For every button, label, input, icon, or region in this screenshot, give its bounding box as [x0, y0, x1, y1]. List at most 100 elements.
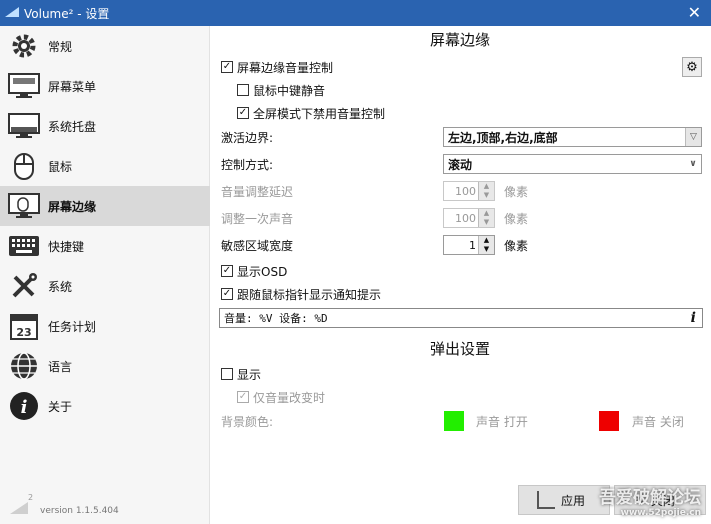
window-close-button[interactable]: ✕	[688, 3, 701, 22]
version-label: version 1.1.5.404	[40, 506, 119, 516]
spinner-value: 100	[455, 185, 476, 198]
apply-icon	[537, 491, 555, 509]
volume-delay-spinner[interactable]: 100 ▲ ▼	[443, 181, 495, 201]
watermark: 吾爱破解论坛 www.52pojie.cn	[599, 483, 701, 518]
svg-text:i: i	[21, 397, 28, 418]
sidebar-item-language[interactable]: 语言	[0, 346, 210, 386]
sidebar-item-about[interactable]: i 关于	[0, 386, 210, 426]
sidebar-item-label: 任务计划	[48, 319, 97, 334]
spinner-value: 100	[455, 212, 476, 225]
bg-color-label: 背景颜色:	[221, 415, 274, 429]
spinner-arrows-icon[interactable]: ▲ ▼	[478, 209, 494, 227]
sensitive-width-unit: 像素	[504, 239, 529, 253]
sidebar-item-label: 鼠标	[48, 159, 73, 174]
sidebar-item-system[interactable]: 系统	[0, 266, 210, 306]
sidebar-item-label: 屏幕菜单	[48, 79, 97, 94]
sidebar-item-osd-menu[interactable]: 屏幕菜单	[0, 66, 210, 106]
info-icon: i	[6, 389, 42, 423]
apply-button[interactable]: 应用	[518, 485, 610, 515]
notification-format-input[interactable]: 音量: %V 设备: %D i	[219, 308, 703, 328]
sidebar-item-label: 常规	[48, 39, 73, 54]
tray-icon	[6, 109, 42, 143]
active-edges-select[interactable]: 左边,顶部,右边,底部 ▽	[443, 127, 702, 147]
control-mode-label: 控制方式:	[221, 158, 274, 172]
chevron-down-icon: ∨	[689, 159, 697, 169]
sidebar-item-tray[interactable]: 系统托盘	[0, 106, 210, 146]
screen-edge-icon	[6, 189, 42, 223]
calendar-icon: 23	[6, 309, 42, 343]
sidebar-item-label: 关于	[48, 399, 73, 414]
spinner-arrows-icon[interactable]: ▲ ▼	[478, 182, 494, 200]
spinner-arrows-icon[interactable]: ▲ ▼	[478, 236, 494, 254]
section-title-screen-edge: 屏幕边缘	[429, 31, 490, 49]
spinner-value: 1	[469, 239, 476, 252]
sidebar-item-label: 屏幕边缘	[48, 199, 97, 214]
window-title: Volume² - 设置	[24, 7, 110, 21]
follow-mouse-checkbox[interactable]: ✓ 跟随鼠标指针显示通知提示	[221, 285, 381, 303]
format-text: 音量: %V 设备: %D	[224, 312, 328, 325]
title-bar: Volume² - 设置 ✕	[0, 0, 711, 26]
sidebar-item-label: 系统托盘	[48, 119, 97, 134]
single-step-spinner[interactable]: 100 ▲ ▼	[443, 208, 495, 228]
checkbox-label: 跟随鼠标指针显示通知提示	[237, 287, 382, 302]
watermark-url: www.52pojie.cn	[620, 508, 701, 518]
single-step-unit: 像素	[504, 212, 529, 226]
sidebar-item-mouse[interactable]: 鼠标	[0, 146, 210, 186]
edge-settings-gear-button[interactable]: ⚙	[682, 57, 702, 77]
sidebar-item-label: 语言	[48, 359, 73, 374]
checkbox-label: 仅音量改变时	[253, 390, 326, 405]
logo-superscript: 2	[28, 493, 34, 502]
app-icon	[5, 7, 19, 17]
info-icon[interactable]: i	[691, 310, 696, 326]
sound-off-label: 声音 关闭	[632, 415, 684, 429]
volume-delay-label: 音量调整延迟	[221, 185, 294, 199]
svg-text:23: 23	[16, 326, 31, 339]
sidebar: 常规 屏幕菜单 系统托盘 鼠标 屏幕边缘 快捷键 系统 23 任务计划 语言 i…	[0, 26, 210, 524]
sound-on-label: 声音 打开	[476, 415, 528, 429]
sidebar-item-hotkeys[interactable]: 快捷键	[0, 226, 210, 266]
monitor-menu-icon	[6, 69, 42, 103]
select-value: 滚动	[448, 157, 473, 172]
checkbox-checked[interactable]: ✓	[221, 288, 233, 300]
tools-icon	[6, 269, 42, 303]
checkbox-checked[interactable]: ✓	[237, 107, 249, 119]
checkbox-checked[interactable]: ✓	[221, 265, 233, 277]
single-step-label: 调整一次声音	[221, 212, 294, 226]
middle-click-mute-checkbox[interactable]: 鼠标中键静音	[237, 81, 325, 99]
checkbox-checked[interactable]: ✓	[221, 61, 233, 73]
checkbox-unchecked[interactable]	[221, 368, 233, 380]
gear-icon: ⚙	[686, 59, 698, 75]
select-value: 左边,顶部,右边,底部	[448, 130, 558, 145]
control-mode-select[interactable]: 滚动 ∨	[443, 154, 702, 174]
sidebar-item-screen-edge[interactable]: 屏幕边缘	[0, 186, 210, 226]
checkbox-label: 显示OSD	[237, 264, 288, 279]
sound-off-color-swatch[interactable]	[599, 411, 619, 431]
checkbox-label: 全屏模式下禁用音量控制	[253, 106, 386, 121]
sound-on-color-swatch[interactable]	[444, 411, 464, 431]
sidebar-item-label: 系统	[48, 279, 73, 294]
chevron-down-icon: ▽	[685, 128, 701, 146]
sensitive-width-label: 敏感区域宽度	[221, 239, 294, 253]
gear-icon	[6, 29, 42, 63]
mouse-icon	[6, 149, 42, 183]
checkbox-label: 鼠标中键静音	[253, 83, 326, 98]
volume-delay-unit: 像素	[504, 185, 529, 199]
globe-icon	[6, 349, 42, 383]
active-edges-label: 激活边界:	[221, 131, 274, 145]
app-logo-icon	[10, 502, 28, 514]
popup-show-checkbox[interactable]: 显示	[221, 365, 261, 383]
keyboard-icon	[6, 229, 42, 263]
edge-control-checkbox[interactable]: ✓ 屏幕边缘音量控制	[221, 58, 333, 76]
button-label: 应用	[561, 493, 586, 508]
checkbox-unchecked[interactable]	[237, 84, 249, 96]
sidebar-item-general[interactable]: 常规	[0, 26, 210, 66]
checkbox-label: 显示	[237, 367, 262, 382]
checkbox-checked[interactable]: ✓	[237, 391, 249, 403]
sidebar-item-scheduler[interactable]: 23 任务计划	[0, 306, 210, 346]
sensitive-width-spinner[interactable]: 1 ▲ ▼	[443, 235, 495, 255]
fullscreen-disable-checkbox[interactable]: ✓ 全屏模式下禁用音量控制	[237, 104, 385, 122]
volume-change-only-checkbox[interactable]: ✓ 仅音量改变时	[237, 388, 325, 406]
section-title-popup: 弹出设置	[429, 340, 490, 358]
watermark-text: 吾爱破解论坛	[599, 488, 701, 508]
show-osd-checkbox[interactable]: ✓ 显示OSD	[221, 262, 287, 280]
